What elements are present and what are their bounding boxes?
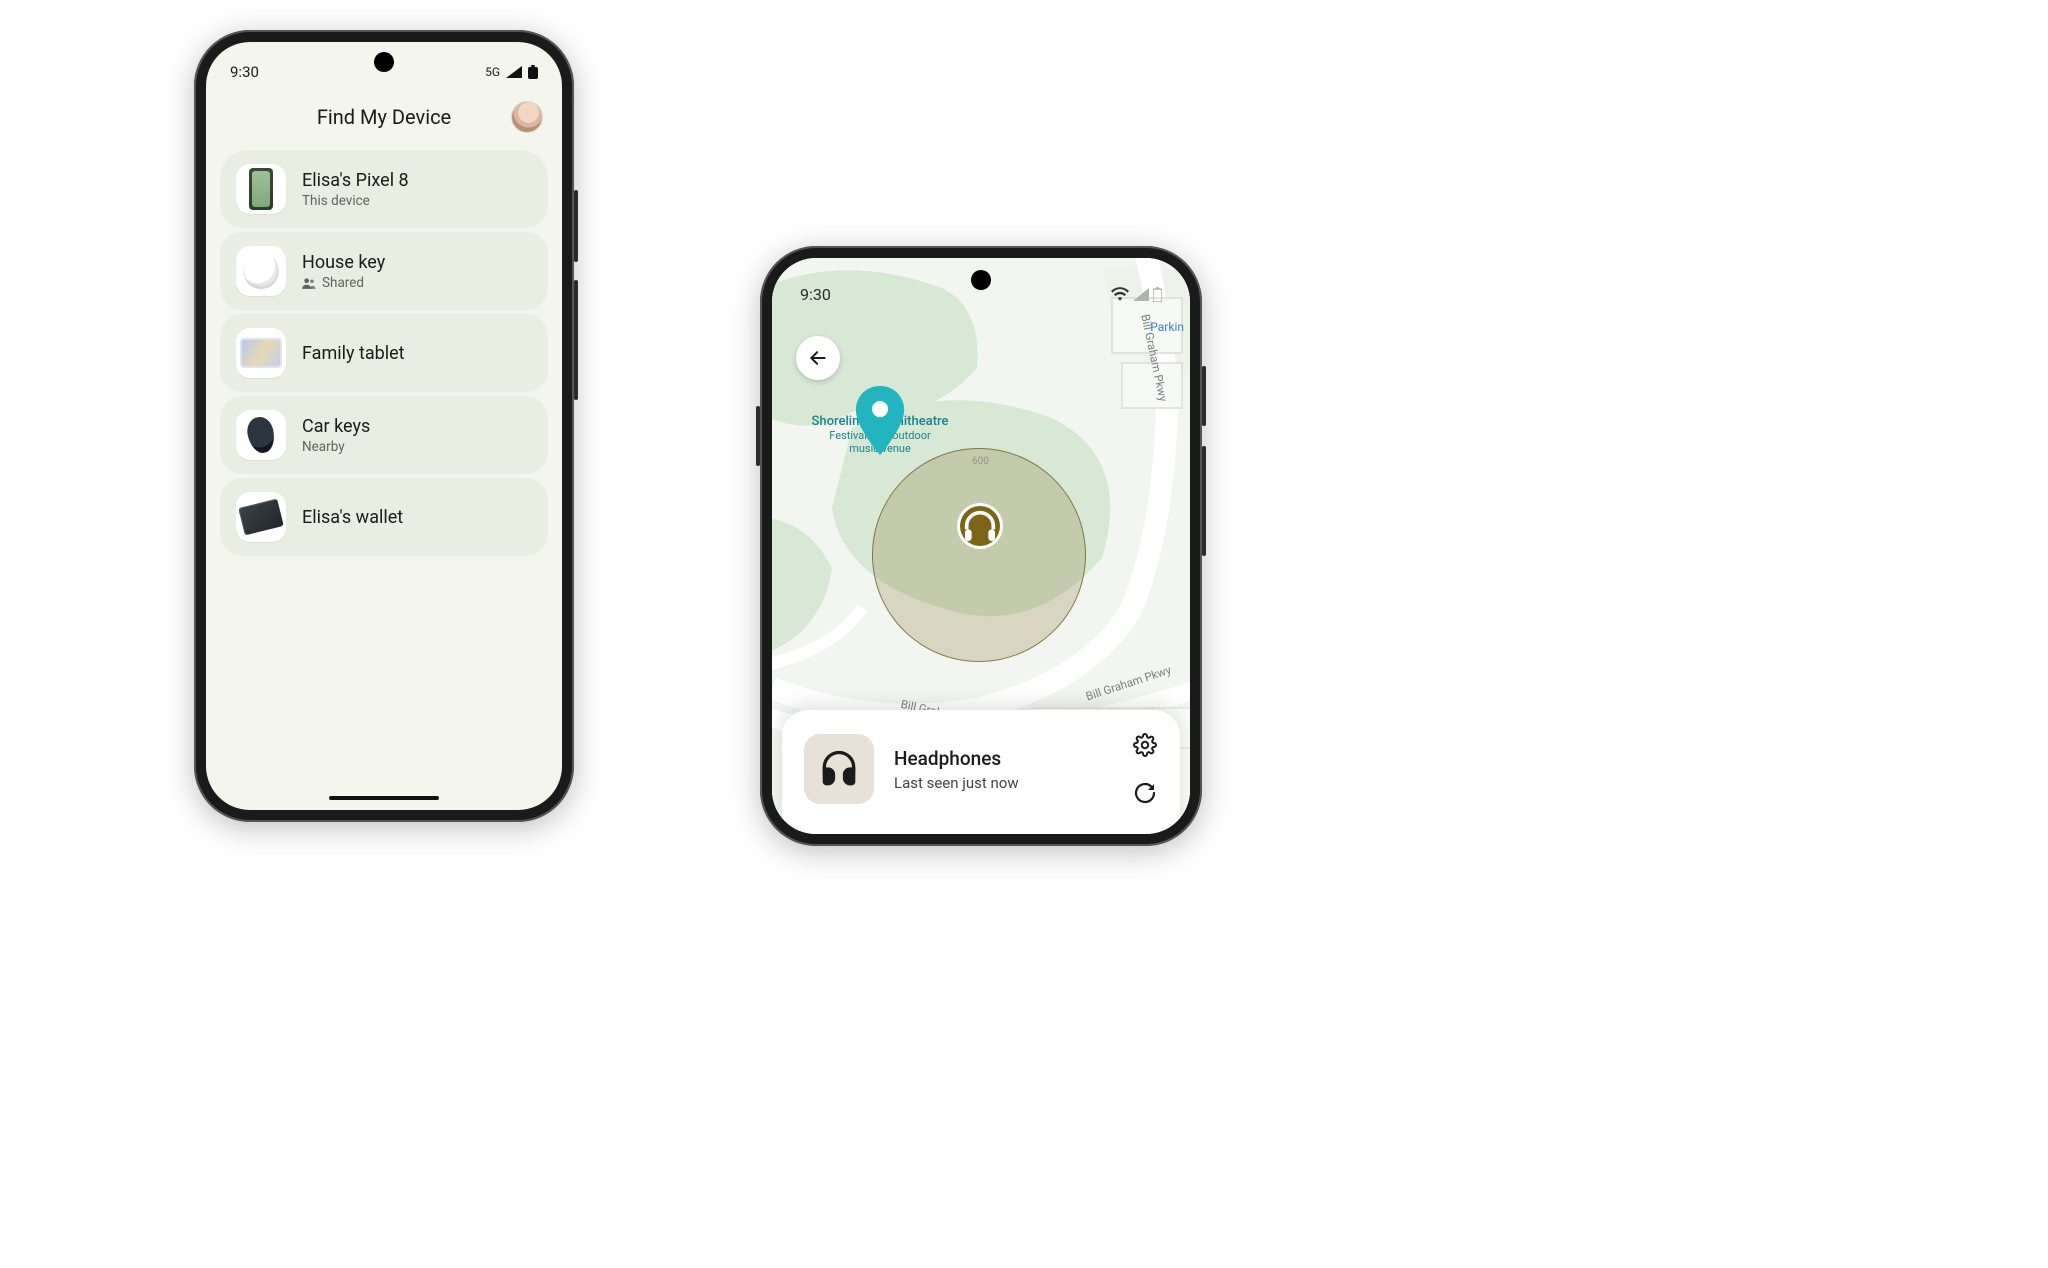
status-time: 9:30 <box>800 285 831 304</box>
phone-side-button <box>1202 446 1206 556</box>
phone-side-button <box>756 406 760 466</box>
device-thumb <box>236 410 286 460</box>
map-pin-icon <box>868 386 892 410</box>
home-indicator[interactable] <box>329 796 439 800</box>
map-poi-label[interactable]: Shoreline Amphitheatre Festival-size out… <box>790 386 970 455</box>
device-subtext: Shared <box>302 275 385 291</box>
arrow-left-icon <box>808 348 828 368</box>
device-name: House key <box>302 252 385 273</box>
status-time: 9:30 <box>230 63 259 81</box>
signal-icon <box>506 66 522 78</box>
sheet-last-seen: Last seen just now <box>894 774 1104 792</box>
device-item-house-key[interactable]: House key Shared <box>220 232 548 310</box>
device-name: Family tablet <box>302 343 405 364</box>
device-thumb <box>236 328 286 378</box>
page-title: Find My Device <box>317 105 451 129</box>
headphones-icon <box>960 506 1000 546</box>
device-subtext: Nearby <box>302 439 370 455</box>
signal-icon <box>1133 288 1149 301</box>
wallet-icon <box>238 499 284 536</box>
phone-icon <box>249 168 273 210</box>
device-name: Car keys <box>302 416 370 437</box>
device-name: Elisa's wallet <box>302 507 403 528</box>
device-thumb <box>236 164 286 214</box>
key-fob-icon <box>245 415 278 456</box>
phone-side-button <box>574 190 578 262</box>
device-location-marker[interactable] <box>960 506 1000 546</box>
device-thumb <box>236 492 286 542</box>
headphones-icon <box>817 747 861 791</box>
refresh-icon <box>1133 781 1157 805</box>
wifi-icon <box>1111 287 1129 301</box>
battery-icon <box>1153 287 1162 302</box>
phone-mockup-map-view: Shoreline Amphitheatre Festival-size out… <box>760 246 1202 846</box>
device-item-car-keys[interactable]: Car keys Nearby <box>220 396 548 474</box>
phone-side-button <box>1202 366 1206 426</box>
back-button[interactable] <box>796 336 840 380</box>
device-detail-sheet[interactable]: Headphones Last seen just now <box>782 710 1180 834</box>
device-subtext: This device <box>302 193 409 209</box>
status-bar: 9:30 <box>772 258 1190 310</box>
status-network-label: 5G <box>485 65 500 79</box>
location-accuracy-circle <box>872 448 1086 662</box>
device-tile <box>804 734 874 804</box>
tracker-icon <box>243 253 279 289</box>
device-list: Elisa's Pixel 8 This device House key Sh… <box>206 144 562 556</box>
sheet-info: Headphones Last seen just now <box>894 747 1104 792</box>
device-thumb <box>236 246 286 296</box>
refresh-button[interactable] <box>1132 780 1158 806</box>
battery-icon <box>528 65 538 79</box>
tablet-icon <box>240 338 282 368</box>
map-parking-label: Parkin <box>1150 320 1184 334</box>
device-item-wallet[interactable]: Elisa's wallet <box>220 478 548 556</box>
phone-mockup-device-list: 9:30 5G Find My Device Elisa's Pixel 8 T… <box>194 30 574 822</box>
settings-button[interactable] <box>1132 732 1158 758</box>
phone-camera <box>374 52 394 72</box>
app-header: Find My Device <box>206 90 562 144</box>
profile-avatar[interactable] <box>512 102 542 132</box>
shared-icon <box>302 277 316 289</box>
sheet-device-name: Headphones <box>894 747 1104 770</box>
device-item-family-tablet[interactable]: Family tablet <box>220 314 548 392</box>
phone-side-button <box>574 280 578 400</box>
device-item-pixel[interactable]: Elisa's Pixel 8 This device <box>220 150 548 228</box>
device-name: Elisa's Pixel 8 <box>302 170 409 191</box>
gear-icon <box>1133 733 1157 757</box>
